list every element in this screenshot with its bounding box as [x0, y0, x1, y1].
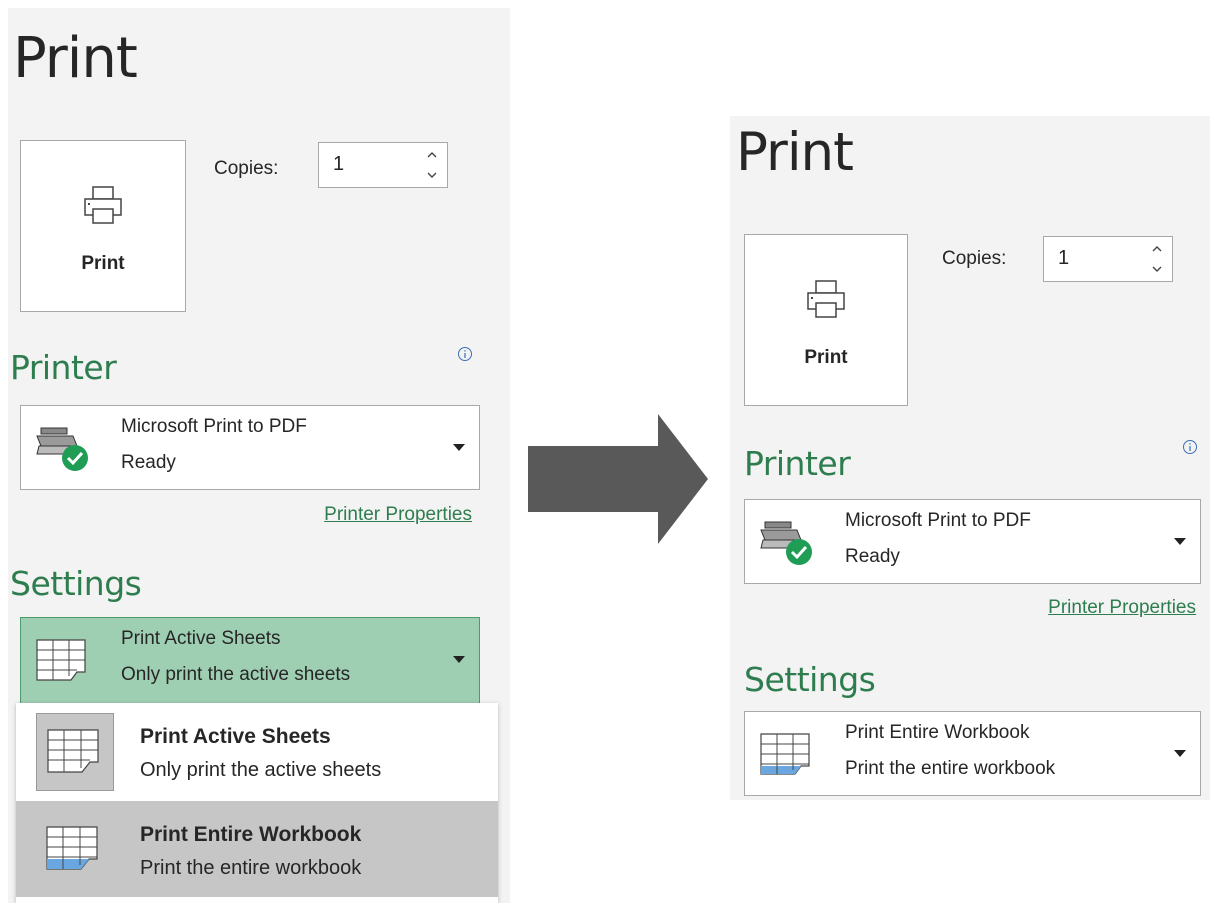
printer-icon [807, 280, 845, 318]
print-what-dropdown[interactable]: Print Entire Workbook Print the entire w… [744, 711, 1201, 796]
settings-description: Print the entire workbook [845, 758, 1056, 779]
menu-item-title: Print Entire Workbook [140, 823, 362, 846]
print-panel-before: Print Print Copies: 1 Printer Microsoft … [8, 8, 510, 903]
copies-value: 1 [333, 153, 345, 175]
settings-section-title: Settings [10, 564, 142, 603]
copies-value: 1 [1058, 247, 1070, 269]
printer-ready-icon [36, 427, 88, 471]
info-icon[interactable] [457, 346, 473, 362]
print-button[interactable]: Print [744, 234, 908, 406]
copies-stepper[interactable]: 1 [318, 142, 448, 188]
print-panel-after: Print Print Copies: 1 Printer Microsoft … [730, 116, 1210, 800]
entire-workbook-icon [36, 811, 114, 889]
print-button-label: Print [804, 347, 848, 368]
page-title: Print [13, 26, 138, 91]
printer-status: Ready [121, 452, 176, 473]
settings-description: Only print the active sheets [121, 664, 351, 685]
printer-ready-icon [760, 521, 812, 565]
print-button-label: Print [81, 253, 125, 274]
settings-title: Print Entire Workbook [845, 722, 1030, 743]
chevron-down-icon [1174, 538, 1186, 545]
chevron-down-icon [453, 444, 465, 451]
printer-status: Ready [845, 546, 900, 567]
print-what-menu: Print Active Sheets Only print the activ… [16, 703, 498, 903]
print-what-dropdown[interactable]: Print Active Sheets Only print the activ… [20, 617, 480, 704]
menu-item-print-entire-workbook[interactable]: Print Entire Workbook Print the entire w… [16, 801, 498, 897]
printer-dropdown[interactable]: Microsoft Print to PDF Ready [20, 405, 480, 490]
active-sheets-icon [36, 713, 114, 791]
menu-item-title: Print Active Sheets [140, 725, 331, 748]
copies-stepper[interactable]: 1 [1043, 236, 1173, 282]
chevron-down-icon [453, 656, 465, 663]
menu-item-print-active-sheets[interactable]: Print Active Sheets Only print the activ… [16, 703, 498, 799]
printer-section-title: Printer [744, 444, 851, 483]
page-title: Print [736, 122, 854, 183]
settings-section-title: Settings [744, 660, 876, 699]
settings-title: Print Active Sheets [121, 628, 281, 649]
info-icon[interactable] [1182, 439, 1198, 455]
printer-icon [84, 186, 122, 224]
right-arrow-icon [528, 414, 708, 544]
copies-label: Copies: [942, 248, 1007, 269]
print-button[interactable]: Print [20, 140, 186, 312]
printer-properties-link[interactable]: Printer Properties [1048, 597, 1196, 619]
printer-properties-link[interactable]: Printer Properties [324, 504, 472, 526]
menu-item-subtitle: Print the entire workbook [140, 857, 362, 879]
printer-name: Microsoft Print to PDF [121, 416, 307, 437]
printer-dropdown[interactable]: Microsoft Print to PDF Ready [744, 499, 1201, 584]
entire-workbook-icon [760, 733, 810, 775]
active-sheets-icon [36, 639, 86, 681]
chevron-down-icon [1174, 750, 1186, 757]
menu-item-subtitle: Only print the active sheets [140, 759, 382, 781]
printer-section-title: Printer [10, 348, 117, 387]
printer-name: Microsoft Print to PDF [845, 510, 1031, 531]
copies-label: Copies: [214, 158, 279, 179]
spin-arrows-icon[interactable] [1150, 243, 1164, 275]
spin-arrows-icon[interactable] [425, 149, 439, 181]
